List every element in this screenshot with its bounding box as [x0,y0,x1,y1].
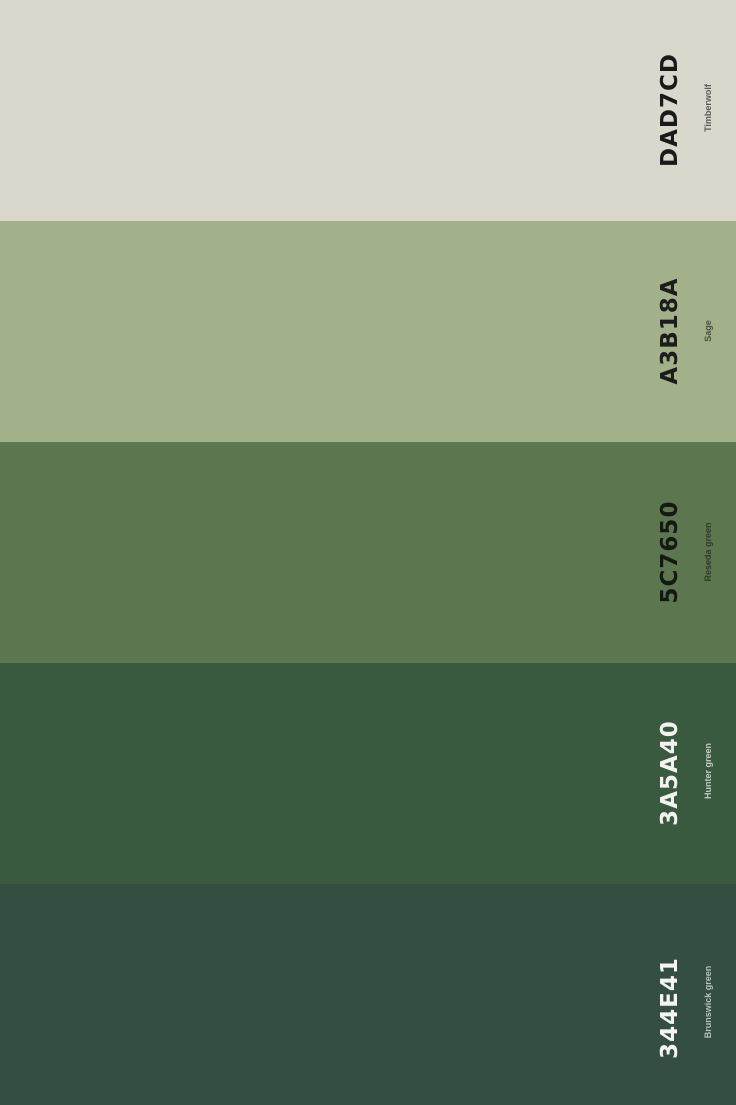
swatch-color-name: Sage [703,320,713,342]
swatch-reseda-green: 5C7650 Reseda green [0,442,736,663]
swatch-color-name: Timberwolf [703,84,713,132]
swatch-hex-code: DAD7CD [657,53,683,167]
swatch-hex-code: 3A5A40 [657,720,683,826]
swatch-sage: A3B18A Sage [0,221,736,442]
swatch-color-name: Brunswick green [703,965,713,1039]
swatch-brunswick-green: 344E41 Brunswick green [0,884,736,1105]
swatch-hunter-green: 3A5A40 Hunter green [0,663,736,884]
color-palette: DAD7CD Timberwolf A3B18A Sage 5C7650 Res… [0,0,736,1105]
swatch-hex-code: 5C7650 [657,500,683,604]
swatch-timberwolf: DAD7CD Timberwolf [0,0,736,221]
swatch-hex-code: 344E41 [657,957,683,1059]
swatch-color-name: Hunter green [703,742,713,800]
swatch-hex-code: A3B18A [657,277,683,385]
swatch-color-name: Reseda green [703,522,713,582]
